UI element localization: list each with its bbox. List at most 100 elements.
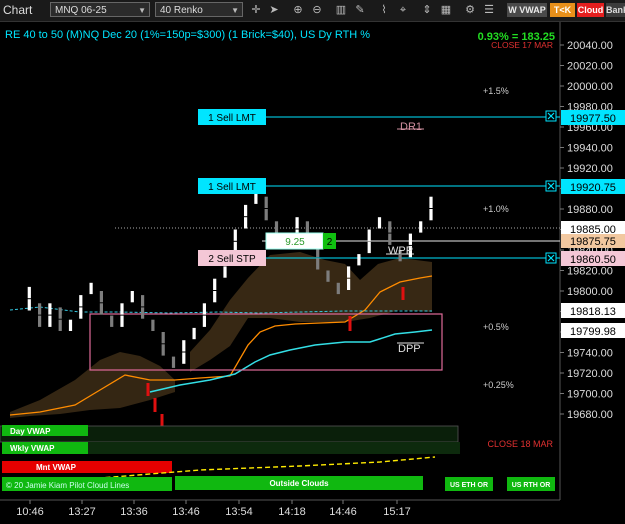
us-rth-or-label: US RTH OR <box>512 482 551 489</box>
renko-up-brick <box>429 209 433 221</box>
sell-limit-1-price: 19977.50 <box>570 113 616 125</box>
renko-up-brick <box>244 217 248 229</box>
instrument-selector[interactable]: MNQ 06-25 ▼ <box>50 2 150 17</box>
chart-window: Chart MNQ 06-25 ▼ 40 Renko ▼ ✛ ➤ ⊕ ⊖ ▥ ✎ ⌇… <box>0 0 625 524</box>
crosshair-icon[interactable]: ✛ <box>248 2 264 18</box>
time-tick-label: 15:17 <box>383 506 411 518</box>
zoom-in-icon[interactable]: ⊕ <box>290 2 306 18</box>
renko-up-brick <box>254 192 258 204</box>
draw-tool-icon[interactable]: ✎ <box>352 2 368 18</box>
renko-up-brick <box>27 299 31 311</box>
mnt-vwap-bar <box>2 461 172 473</box>
zoom-out-icon[interactable]: ⊖ <box>309 2 325 18</box>
bar-style-icon[interactable]: ▥ <box>333 2 349 18</box>
renko-down-brick <box>141 295 145 307</box>
sell-limit-order-1-label: 1 Sell LMT <box>208 113 256 124</box>
cloud-button[interactable]: Cloud <box>577 3 604 17</box>
sell-limit-order-2-label: 1 Sell LMT <box>208 182 256 193</box>
renko-up-brick <box>295 217 299 229</box>
properties-icon[interactable]: ⚙ <box>462 2 478 18</box>
renko-down-brick <box>38 315 42 327</box>
avg-price: 19875.75 <box>570 236 616 248</box>
menu-icon[interactable]: ☰ <box>481 2 497 18</box>
renko-up-brick <box>213 291 217 303</box>
renko-up-brick <box>223 266 227 278</box>
renko-up-brick <box>202 315 206 327</box>
sell-stop-price: 19860.50 <box>570 254 616 266</box>
price-tick-label: 19820.00 <box>567 266 613 278</box>
renko-up-brick <box>213 278 217 290</box>
renko-up-brick <box>182 340 186 352</box>
vwap-price: 19818.13 <box>570 306 616 318</box>
strategy-icon[interactable]: ⌖ <box>395 2 411 18</box>
dr1-label: DR1 <box>400 121 422 133</box>
price-tick-label: 19880.00 <box>567 204 613 216</box>
price-tick-label: 19700.00 <box>567 389 613 401</box>
renko-up-brick <box>233 229 237 241</box>
wvwap-button[interactable]: W VWAP <box>507 3 547 17</box>
time-tick-label: 14:18 <box>278 506 306 518</box>
renko-down-brick <box>326 270 330 282</box>
price-tick-label: 20040.00 <box>567 40 613 52</box>
close-17-mar-label: CLOSE 17 MAR <box>491 40 553 50</box>
renko-down-brick <box>161 344 165 356</box>
renko-up-brick <box>79 307 83 319</box>
price-tick-label: 20000.00 <box>567 81 613 93</box>
bar-type-value: 40 Renko <box>160 5 203 16</box>
window-title: Chart <box>3 3 33 17</box>
bar-type-selector[interactable]: 40 Renko ▼ <box>155 2 243 17</box>
time-tick-label: 13:54 <box>225 506 253 518</box>
renko-up-brick <box>377 217 382 229</box>
renko-down-brick <box>151 319 155 331</box>
renko-down-brick <box>274 221 279 233</box>
renko-up-brick <box>244 204 248 217</box>
renko-up-brick <box>120 303 124 315</box>
instrument-value: MNQ 06-25 <box>55 5 107 16</box>
renko-down-brick <box>264 209 268 221</box>
renko-down-brick <box>264 196 268 208</box>
price-tick-label: 19680.00 <box>567 409 613 421</box>
cloud-lines-label: © 20 Jamie Kiam Pilot Cloud Lines <box>6 481 129 490</box>
renko-button[interactable]: Banko <box>606 3 625 17</box>
renko-down-brick <box>99 291 103 303</box>
time-tick-label: 13:27 <box>68 506 96 518</box>
renko-up-brick <box>89 282 93 295</box>
position-qty: 2 <box>327 237 333 248</box>
renko-up-brick <box>68 319 73 331</box>
time-tick-label: 10:46 <box>16 506 44 518</box>
dpp-label: DPP <box>398 343 421 355</box>
us-eth-or-label: US ETH OR <box>450 482 488 489</box>
wpp-label: WPP <box>388 245 413 257</box>
renko-up-brick <box>48 315 52 327</box>
price-tick-label: 19920.00 <box>567 163 613 175</box>
day-vwap-label: Day VWAP <box>10 427 51 436</box>
chevron-down-icon: ▼ <box>138 6 146 15</box>
indicator-icon[interactable]: ⌇ <box>376 2 392 18</box>
renko-down-brick <box>58 307 62 319</box>
cyan-line-price: 19799.98 <box>570 326 616 338</box>
cursor-icon[interactable]: ➤ <box>266 2 282 18</box>
renko-up-brick <box>357 254 361 266</box>
position-price: 9.25 <box>285 237 305 248</box>
renko-up-brick <box>347 278 351 290</box>
wkly-vwap-label: Wkly VWAP <box>10 444 55 453</box>
renko-up-brick <box>120 315 124 327</box>
renko-down-brick <box>336 282 340 295</box>
price-tick-label: 20020.00 <box>567 61 613 73</box>
sell-limit-2-price: 19920.75 <box>570 182 616 194</box>
renko-up-brick <box>182 352 186 364</box>
renko-down-brick <box>388 221 392 233</box>
pct-label-1-5: +1.5% <box>483 86 509 96</box>
renko-down-brick <box>141 307 145 319</box>
scale-icon[interactable]: ⇕ <box>419 2 435 18</box>
tok-button[interactable]: T<K <box>550 3 575 17</box>
time-tick-label: 14:46 <box>329 506 357 518</box>
renko-up-brick <box>419 221 423 233</box>
renko-down-brick <box>316 258 320 270</box>
price-chart[interactable]: 20040.0020020.0020000.0019980.0019960.00… <box>0 22 625 524</box>
renko-up-brick <box>429 196 433 208</box>
renko-up-brick <box>130 291 134 303</box>
layout-icon[interactable]: ▦ <box>438 2 454 18</box>
pct-label-0-5: +0.5% <box>483 322 509 332</box>
renko-down-brick <box>171 356 176 368</box>
